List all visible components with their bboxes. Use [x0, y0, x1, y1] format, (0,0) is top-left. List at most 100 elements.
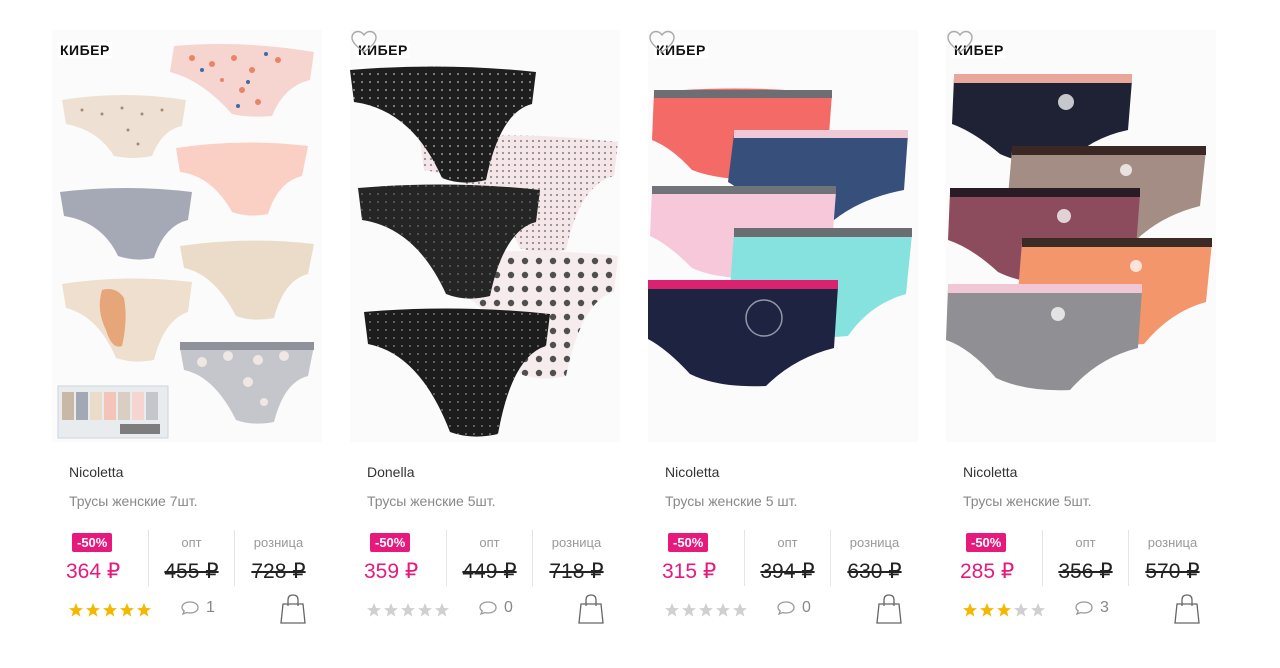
brand-name[interactable]: Nicoletta	[69, 464, 123, 480]
product-title[interactable]: Трусы женские 7шт.	[69, 493, 197, 509]
brand-name[interactable]: Nicoletta	[963, 464, 1017, 480]
comments-count: 0	[802, 599, 811, 616]
star-icon[interactable]	[119, 602, 135, 618]
speech-bubble-icon	[181, 601, 199, 616]
comments-link[interactable]: 0	[776, 599, 811, 617]
price-block: -50% 364 ₽ опт 455 ₽ розница 728 ₽	[62, 530, 322, 586]
shopping-bag-icon[interactable]	[1174, 594, 1200, 624]
price-block: -50% 359 ₽ опт 449 ₽ розница 718 ₽	[360, 530, 620, 586]
shopping-bag-icon[interactable]	[876, 594, 902, 624]
product-card[interactable]: КИБЕР Nicoletta Трусы женские 7шт. -50% …	[52, 30, 322, 650]
retail-price: 570 ₽	[1145, 560, 1200, 583]
retail-price: 718 ₽	[549, 560, 604, 583]
star-icon[interactable]	[383, 602, 399, 618]
brand-name[interactable]: Donella	[367, 464, 414, 480]
shopping-bag-icon[interactable]	[280, 594, 306, 624]
product-image[interactable]: КИБЕР	[946, 30, 1216, 442]
product-card[interactable]: КИБЕР Nicoletta Трусы женские 5 шт. -50%…	[648, 30, 918, 650]
discount-badge: -50%	[966, 533, 1007, 552]
card-footer: 0	[366, 594, 616, 630]
sale-price-col: -50% 359 ₽	[360, 530, 446, 586]
wholesale-price-col: опт 356 ₽	[1042, 530, 1128, 586]
comments-count: 0	[504, 599, 513, 616]
wholesale-label: опт	[479, 535, 500, 550]
card-footer: 3	[962, 594, 1212, 630]
star-icon[interactable]	[681, 602, 697, 618]
rating-stars[interactable]	[68, 602, 152, 620]
product-card[interactable]: КИБЕР Donella Трусы женские 5шт. -50% 35…	[350, 30, 620, 650]
comments-link[interactable]: 0	[478, 599, 513, 617]
comments-count: 1	[206, 599, 215, 616]
retail-label: розница	[551, 535, 602, 550]
star-icon[interactable]	[434, 602, 450, 618]
discount-badge: -50%	[370, 533, 411, 552]
product-title[interactable]: Трусы женские 5 шт.	[665, 493, 797, 509]
star-icon[interactable]	[979, 602, 995, 618]
product-image[interactable]: КИБЕР	[350, 30, 620, 442]
card-footer: 0	[664, 594, 914, 630]
discount-badge: -50%	[668, 533, 709, 552]
rating-stars[interactable]	[664, 602, 748, 620]
sale-price-col: -50% 285 ₽	[956, 530, 1042, 586]
wholesale-price: 394 ₽	[760, 560, 815, 583]
speech-bubble-icon	[1075, 601, 1093, 616]
sale-price-col: -50% 364 ₽	[62, 530, 148, 586]
star-icon[interactable]	[715, 602, 731, 618]
card-footer: 1	[68, 594, 318, 630]
retail-price-col: розница 718 ₽	[532, 530, 620, 586]
wholesale-price-col: опт 455 ₽	[148, 530, 234, 586]
shopping-bag-icon[interactable]	[578, 594, 604, 624]
sale-price-col: -50% 315 ₽	[658, 530, 744, 586]
sale-price: 359 ₽	[364, 560, 419, 583]
wholesale-price: 449 ₽	[462, 560, 517, 583]
retail-label: розница	[253, 535, 304, 550]
speech-bubble-icon	[479, 601, 497, 616]
promo-tag: КИБЕР	[58, 42, 112, 58]
price-block: -50% 315 ₽ опт 394 ₽ розница 630 ₽	[658, 530, 918, 586]
star-icon[interactable]	[996, 602, 1012, 618]
star-icon[interactable]	[102, 602, 118, 618]
star-icon[interactable]	[136, 602, 152, 618]
wholesale-label: опт	[777, 535, 798, 550]
star-icon[interactable]	[68, 602, 84, 618]
retail-price-col: розница 570 ₽	[1128, 530, 1216, 586]
heart-outline-icon[interactable]	[350, 30, 378, 54]
rating-stars[interactable]	[962, 602, 1046, 620]
wholesale-label: опт	[1075, 535, 1096, 550]
sale-price: 285 ₽	[960, 560, 1015, 583]
product-card[interactable]: КИБЕР Nicoletta Трусы женские 5шт. -50% …	[946, 30, 1216, 650]
product-image[interactable]: КИБЕР	[648, 30, 918, 442]
comments-link[interactable]: 1	[180, 599, 215, 617]
retail-price: 728 ₽	[251, 560, 306, 583]
wholesale-price-col: опт 449 ₽	[446, 530, 532, 586]
star-icon[interactable]	[1030, 602, 1046, 618]
sale-price: 364 ₽	[66, 560, 121, 583]
star-icon[interactable]	[698, 602, 714, 618]
retail-label: розница	[1147, 535, 1198, 550]
rating-stars[interactable]	[366, 602, 450, 620]
star-icon[interactable]	[1013, 602, 1029, 618]
star-icon[interactable]	[400, 602, 416, 618]
wholesale-price: 356 ₽	[1058, 560, 1113, 583]
star-icon[interactable]	[417, 602, 433, 618]
brand-name[interactable]: Nicoletta	[665, 464, 719, 480]
product-title[interactable]: Трусы женские 5шт.	[367, 493, 495, 509]
wholesale-price: 455 ₽	[164, 560, 219, 583]
retail-price: 630 ₽	[847, 560, 902, 583]
star-icon[interactable]	[366, 602, 382, 618]
star-icon[interactable]	[664, 602, 680, 618]
price-block: -50% 285 ₽ опт 356 ₽ розница 570 ₽	[956, 530, 1216, 586]
retail-price-col: розница 728 ₽	[234, 530, 322, 586]
product-image[interactable]: КИБЕР	[52, 30, 322, 442]
comments-count: 3	[1100, 599, 1109, 616]
heart-outline-icon[interactable]	[946, 30, 974, 54]
wholesale-price-col: опт 394 ₽	[744, 530, 830, 586]
product-title[interactable]: Трусы женские 5шт.	[963, 493, 1091, 509]
star-icon[interactable]	[85, 602, 101, 618]
star-icon[interactable]	[732, 602, 748, 618]
heart-outline-icon[interactable]	[648, 30, 676, 54]
star-icon[interactable]	[962, 602, 978, 618]
comments-link[interactable]: 3	[1074, 599, 1109, 617]
sale-price: 315 ₽	[662, 560, 717, 583]
wholesale-label: опт	[181, 535, 202, 550]
